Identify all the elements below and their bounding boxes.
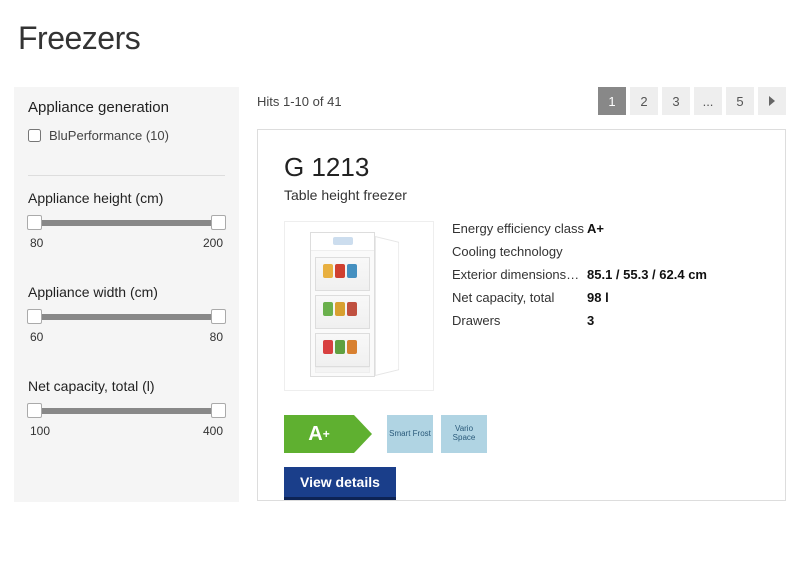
results-topbar: Hits 1-10 of 41 1 2 3 ... 5 <box>257 87 786 115</box>
spec-row: Net capacity, total98 l <box>452 290 759 307</box>
spec-row: Exterior dimensions…85.1 / 55.3 / 62.4 c… <box>452 267 759 284</box>
spec-label: Energy efficiency class <box>452 221 587 238</box>
feature-badge-smartfrost: Smart Frost <box>387 415 433 453</box>
filter-width: Appliance width (cm) 60 80 <box>28 284 225 344</box>
filter-height: Appliance height (cm) 80 200 <box>28 190 225 250</box>
page-title: Freezers <box>18 20 800 57</box>
filter-width-label: Appliance width (cm) <box>28 284 225 300</box>
spec-label: Cooling technology <box>452 244 587 261</box>
filter-height-label: Appliance height (cm) <box>28 190 225 206</box>
slider-handle-min[interactable] <box>27 309 42 324</box>
results-hits: Hits 1-10 of 41 <box>257 94 342 109</box>
feature-badge-variospace: Vario Space <box>441 415 487 453</box>
spec-value: 85.1 / 55.3 / 62.4 cm <box>587 267 707 284</box>
product-badges: A+ Smart Frost Vario Space <box>284 415 759 453</box>
slider-handle-min[interactable] <box>27 403 42 418</box>
slider-handle-min[interactable] <box>27 215 42 230</box>
results-main: Hits 1-10 of 41 1 2 3 ... 5 G 1213 Table… <box>257 87 786 502</box>
spec-row: Cooling technology <box>452 244 759 261</box>
filter-height-slider[interactable] <box>34 220 219 226</box>
filter-height-min: 80 <box>30 236 43 250</box>
filter-checkbox-bluperformance[interactable] <box>28 129 41 142</box>
filter-capacity: Net capacity, total (l) 100 400 <box>28 378 225 438</box>
spec-value: A+ <box>587 221 604 238</box>
product-subtitle: Table height freezer <box>284 187 759 203</box>
page-3-button[interactable]: 3 <box>662 87 690 115</box>
slider-handle-max[interactable] <box>211 215 226 230</box>
filter-width-max: 80 <box>210 330 223 344</box>
filter-capacity-label: Net capacity, total (l) <box>28 378 225 394</box>
filter-width-min: 60 <box>30 330 43 344</box>
filter-capacity-max: 400 <box>203 424 223 438</box>
filter-sidebar: Appliance generation BluPerformance (10)… <box>14 87 239 502</box>
page-next-button[interactable] <box>758 87 786 115</box>
energy-badge: A+ <box>284 415 379 453</box>
filter-height-max: 200 <box>203 236 223 250</box>
slider-handle-max[interactable] <box>211 403 226 418</box>
filter-option-bluperformance[interactable]: BluPerformance (10) <box>28 124 225 147</box>
pagination: 1 2 3 ... 5 <box>598 87 786 115</box>
page-1-button[interactable]: 1 <box>598 87 626 115</box>
filter-generation-heading: Appliance generation <box>28 99 225 116</box>
filter-capacity-slider[interactable] <box>34 408 219 414</box>
product-image <box>284 221 434 391</box>
page-5-button[interactable]: 5 <box>726 87 754 115</box>
product-title: G 1213 <box>284 152 759 183</box>
filter-capacity-min: 100 <box>30 424 50 438</box>
spec-value: 3 <box>587 313 594 330</box>
view-details-button[interactable]: View details <box>284 467 396 500</box>
spec-row: Energy efficiency classA+ <box>452 221 759 238</box>
spec-row: Drawers3 <box>452 313 759 330</box>
filter-option-label: BluPerformance (10) <box>49 128 169 143</box>
spec-label: Exterior dimensions… <box>452 267 587 284</box>
slider-handle-max[interactable] <box>211 309 226 324</box>
page-ellipsis: ... <box>694 87 722 115</box>
filter-width-slider[interactable] <box>34 314 219 320</box>
product-specs: Energy efficiency classA+ Cooling techno… <box>452 221 759 391</box>
chevron-right-icon <box>767 96 777 106</box>
divider <box>28 175 225 176</box>
spec-value: 98 l <box>587 290 609 307</box>
spec-label: Net capacity, total <box>452 290 587 307</box>
spec-label: Drawers <box>452 313 587 330</box>
filter-generation: Appliance generation BluPerformance (10) <box>28 99 225 147</box>
product-card: G 1213 Table height freezer Energy effic… <box>257 129 786 501</box>
page-2-button[interactable]: 2 <box>630 87 658 115</box>
